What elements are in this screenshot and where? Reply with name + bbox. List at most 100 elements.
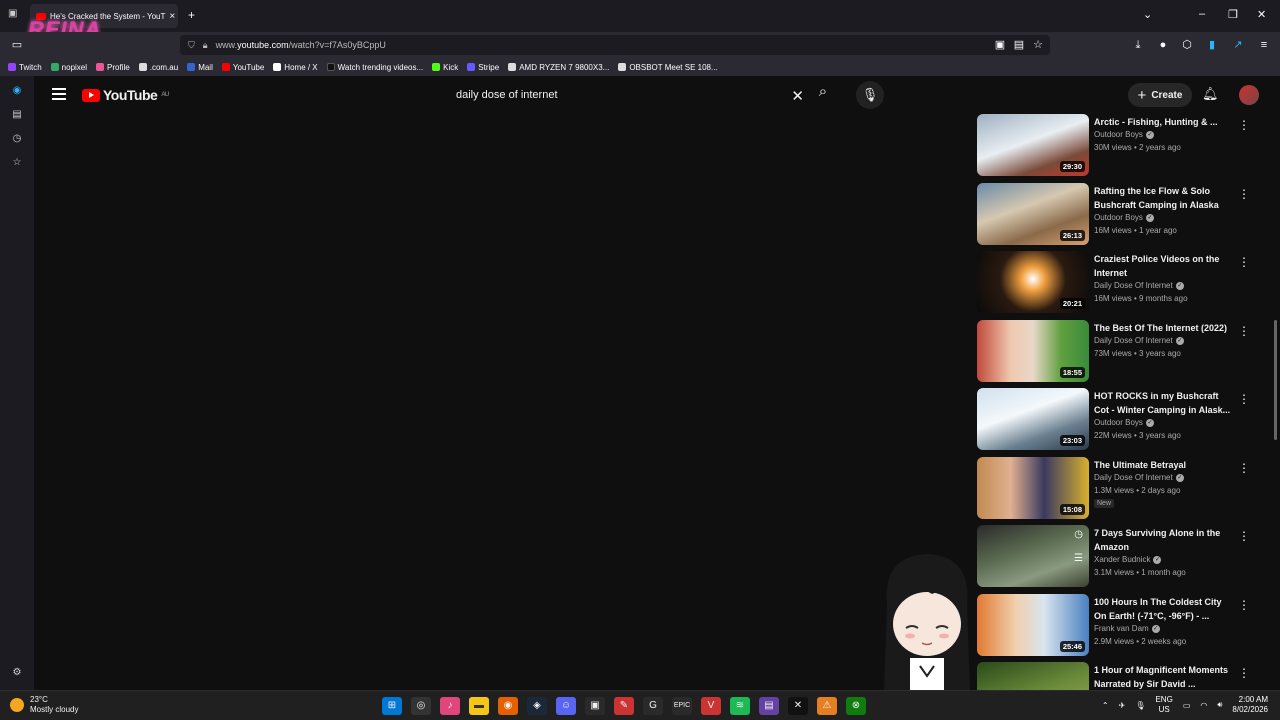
more-options-icon[interactable]: ⋮	[1238, 529, 1250, 543]
extension-arrow-icon[interactable]: ↗	[1231, 38, 1245, 52]
hamburger-menu-icon[interactable]	[52, 88, 66, 100]
app-icon[interactable]: EPIC	[672, 697, 692, 715]
bookmark-twitch[interactable]: Twitch	[8, 63, 42, 72]
video-title[interactable]: Craziest Police Videos on the Internet	[1094, 253, 1232, 280]
more-options-icon[interactable]: ⋮	[1238, 118, 1250, 132]
channel-name[interactable]: Frank van Dam ✓	[1094, 624, 1160, 633]
channel-name[interactable]: Outdoor Boys ✓	[1094, 213, 1154, 222]
recommended-video[interactable]: ◷ ☰ 7 Days Surviving Alone in the Amazon Xa…	[976, 525, 1266, 591]
page-scrollbar[interactable]	[1274, 320, 1277, 440]
bookmark-youtube[interactable]: YouTube	[221, 63, 264, 72]
channel-name[interactable]: Daily Dose Of Internet ✓	[1094, 473, 1184, 482]
recommended-video[interactable]: 26:13 Rafting the Ice Flow & Solo Bushcra…	[976, 183, 1266, 249]
windows-start-icon[interactable]: ⊞	[382, 697, 402, 715]
video-title[interactable]: 100 Hours In The Coldest City On Earth! …	[1094, 596, 1232, 623]
mic-tray-icon[interactable]: 🎙︎	[1135, 701, 1145, 710]
watch-later-icon[interactable]: ◷	[1074, 529, 1083, 540]
maximize-icon[interactable]: ❐	[1228, 8, 1238, 21]
bookmark-profile[interactable]: Profile	[96, 63, 130, 72]
display-icon[interactable]: ▭	[1183, 701, 1191, 710]
recommended-video[interactable]: 25:46 100 Hours In The Coldest City On Ea…	[976, 594, 1266, 660]
clock[interactable]: 2:00 AM 8/02/2026	[1232, 695, 1268, 715]
menu-icon[interactable]: ≡	[1257, 38, 1271, 52]
url-bar[interactable]: ⛉ 🔒︎ www.youtube.com/watch?v=f7As0yBCppU	[180, 35, 1050, 55]
close-tab-icon[interactable]: ×	[169, 11, 175, 22]
app-icon[interactable]: ♪	[440, 697, 460, 715]
more-options-icon[interactable]: ⋮	[1238, 461, 1250, 475]
language-indicator[interactable]: ENG US	[1155, 695, 1172, 715]
clear-search-icon[interactable]: ✕	[791, 87, 804, 105]
history-icon[interactable]: ◷	[10, 133, 24, 147]
video-title[interactable]: The Best Of The Internet (2022)	[1094, 322, 1232, 336]
video-thumbnail[interactable]: 25:46	[977, 594, 1089, 656]
settings-gear-icon[interactable]: ⚙	[10, 667, 24, 681]
create-button[interactable]: + Create	[1128, 83, 1192, 107]
video-thumbnail[interactable]: 29:30	[977, 114, 1089, 176]
bookmark-star-icon[interactable]: ☆	[1031, 38, 1045, 52]
channel-name[interactable]: Xander Budnick ✓	[1094, 555, 1162, 564]
bookmark-kick[interactable]: Kick	[432, 63, 458, 72]
xbox-icon[interactable]: ⊗	[846, 697, 866, 715]
more-options-icon[interactable]: ⋮	[1238, 666, 1250, 680]
app-icon[interactable]: ◎	[411, 697, 431, 715]
recommended-video[interactable]: 1 Hour of Magnificent Moments Narrated b…	[976, 662, 1266, 690]
extensions-icon[interactable]: ⬡	[1180, 38, 1194, 52]
video-thumbnail[interactable]: 18:55	[977, 320, 1089, 382]
chevron-up-icon[interactable]: ⌃	[1102, 701, 1109, 710]
video-title[interactable]: Rafting the Ice Flow & Solo Bushcraft Ca…	[1094, 185, 1232, 212]
close-window-icon[interactable]: ✕	[1257, 8, 1266, 21]
tab-list-icon[interactable]: ▣	[8, 8, 17, 19]
recommended-video[interactable]: 29:30 Arctic - Fishing, Hunting & ... Outd…	[976, 114, 1266, 180]
channel-name[interactable]: Daily Dose Of Internet ✓	[1094, 336, 1184, 345]
video-title[interactable]: The Ultimate Betrayal	[1094, 459, 1232, 473]
terminal-icon[interactable]: ▣	[585, 697, 605, 715]
video-thumbnail[interactable]: 26:13	[977, 183, 1089, 245]
chevron-down-icon[interactable]: ⌄	[1143, 8, 1152, 21]
new-tab-icon[interactable]: +	[188, 8, 195, 22]
video-title[interactable]: 1 Hour of Magnificent Moments Narrated b…	[1094, 664, 1232, 690]
bookmark-tiktok[interactable]: Watch trending videos...	[326, 63, 423, 72]
video-thumbnail[interactable]: ◷ ☰	[977, 525, 1089, 587]
bookmark-nopixel[interactable]: nopixel	[50, 63, 87, 72]
volume-icon[interactable]: 🔊︎	[1217, 700, 1222, 710]
steam-icon[interactable]: ◈	[527, 697, 547, 715]
discord-icon[interactable]: ☺	[556, 697, 576, 715]
youtube-logo[interactable]: YouTube AU	[82, 87, 169, 103]
video-thumbnail[interactable]: 23:03	[977, 388, 1089, 450]
extension-blue-icon[interactable]: ▮	[1205, 38, 1219, 52]
recommended-video[interactable]: 23:03 HOT ROCKS in my Bushcraft Cot - Win…	[976, 388, 1266, 454]
app-icon[interactable]: ▤	[759, 697, 779, 715]
download-icon[interactable]: ⤓	[1131, 38, 1145, 52]
add-to-queue-icon[interactable]: ☰	[1074, 553, 1083, 564]
more-options-icon[interactable]: ⋮	[1238, 187, 1250, 201]
search-input[interactable]: daily dose of internet ✕	[446, 81, 804, 109]
bookmark-amd[interactable]: AMD RYZEN 7 9800X3...	[508, 63, 609, 72]
more-options-icon[interactable]: ⋮	[1238, 598, 1250, 612]
microphone-icon[interactable]: 🎙︎	[856, 81, 884, 109]
app-icon[interactable]: G	[643, 697, 663, 715]
video-thumbnail[interactable]	[977, 662, 1089, 690]
more-options-icon[interactable]: ⋮	[1238, 255, 1250, 269]
bookmark-stripe[interactable]: Stripe	[467, 63, 499, 72]
bookmark-com-au[interactable]: .com.au	[138, 63, 178, 72]
picture-in-picture-icon[interactable]: ▣	[993, 38, 1007, 52]
channel-name[interactable]: Outdoor Boys ✓	[1094, 418, 1154, 427]
synced-tabs-icon[interactable]: ▤	[10, 109, 24, 123]
minimize-icon[interactable]: –	[1199, 8, 1205, 20]
recommended-video[interactable]: 15:08 The Ultimate Betrayal Daily Dose Of …	[976, 457, 1266, 523]
channel-name[interactable]: Daily Dose Of Internet ✓	[1094, 281, 1184, 290]
bookmark-x[interactable]: Home / X	[273, 63, 318, 72]
wifi-icon[interactable]: ◠	[1200, 701, 1207, 710]
spotify-icon[interactable]: ≋	[730, 697, 750, 715]
recommended-video[interactable]: 20:21 Craziest Police Videos on the Inter…	[976, 251, 1266, 317]
avatar[interactable]	[1239, 85, 1259, 105]
valorant-icon[interactable]: V	[701, 697, 721, 715]
video-thumbnail[interactable]: 15:08	[977, 457, 1089, 519]
video-thumbnail[interactable]: 20:21	[977, 251, 1089, 313]
weather-widget[interactable]: 23°C Mostly cloudy	[10, 695, 78, 715]
reader-view-icon[interactable]: ▤	[1012, 38, 1026, 52]
bookmark-obsbot[interactable]: OBSBOT Meet SE 108...	[618, 63, 718, 72]
video-title[interactable]: 7 Days Surviving Alone in the Amazon	[1094, 527, 1232, 554]
more-options-icon[interactable]: ⋮	[1238, 392, 1250, 406]
capcut-icon[interactable]: ✕	[788, 697, 808, 715]
